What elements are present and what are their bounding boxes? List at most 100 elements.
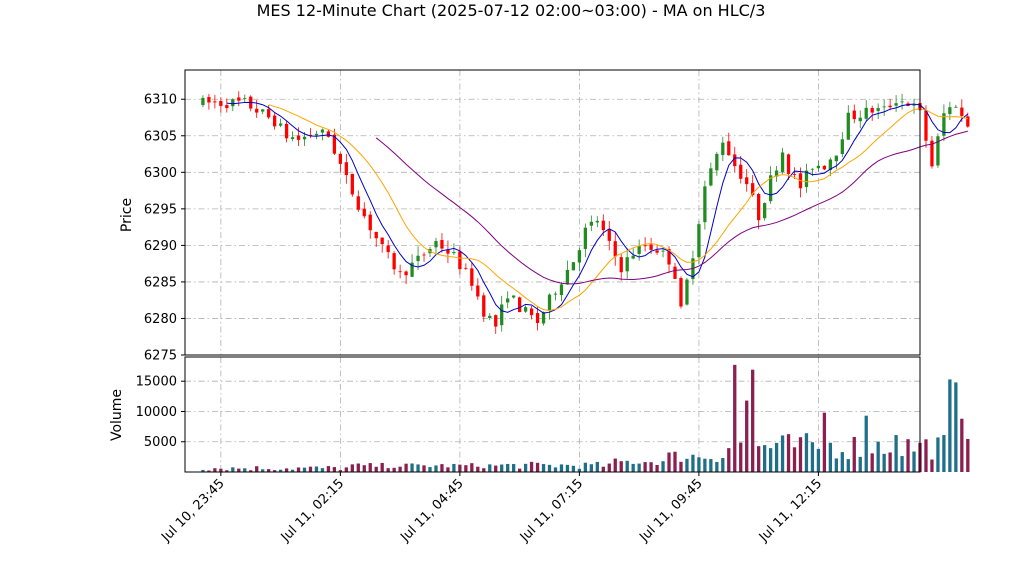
candle-body (350, 173, 354, 195)
candle-body (446, 249, 450, 254)
volume-bar (302, 467, 307, 472)
candle-body (852, 110, 856, 120)
volume-bar (213, 468, 217, 472)
volume-bar (745, 400, 749, 472)
volume-bar (314, 466, 319, 472)
volume-bar (320, 468, 325, 472)
volume-bar (326, 466, 331, 472)
candle-body (434, 241, 438, 248)
candle-body (643, 245, 647, 247)
volume-bar (780, 435, 785, 472)
x-tick-label: Jul 10, 23:45 (158, 476, 227, 545)
candle-body (290, 137, 295, 140)
candle-body (613, 241, 617, 257)
volume-bar (852, 436, 856, 472)
volume-bar (541, 464, 546, 472)
volume-bar (900, 456, 904, 472)
candle-body (870, 108, 874, 113)
candle-body (219, 100, 223, 106)
volume-bar (643, 462, 647, 472)
candle-body (858, 117, 862, 122)
volume-y-tick-label: 5000 (144, 435, 177, 450)
candle-body (296, 135, 301, 140)
price-y-tick-label: 6285 (144, 275, 177, 290)
candle-body (535, 313, 540, 324)
chart-title: MES 12-Minute Chart (2025-07-12 02:00~03… (257, 1, 766, 20)
candle-body (398, 271, 402, 273)
volume-bar (416, 464, 420, 472)
volume-bar (739, 442, 743, 472)
volume-bar (619, 461, 623, 472)
volume-bar (924, 439, 928, 472)
volume-bar (296, 467, 301, 472)
volume-bar (942, 435, 946, 472)
volume-y-tick-label: 10000 (136, 405, 177, 420)
candle-body (517, 297, 522, 313)
candle-body (506, 298, 510, 303)
candle-body (302, 136, 307, 140)
candle-body (255, 108, 259, 113)
candle-body (344, 162, 348, 176)
candle-body (757, 193, 761, 221)
volume-bar (452, 463, 456, 472)
candle-body (715, 153, 719, 171)
volume-bar (380, 462, 384, 472)
volume-bar (529, 461, 534, 472)
candle-body (482, 295, 486, 317)
candle-body (727, 141, 731, 156)
ma-line-30 (375, 130, 968, 285)
volume-bar (810, 442, 815, 472)
volume-bar (936, 437, 940, 472)
candle-body (685, 279, 689, 305)
candle-body (661, 250, 665, 252)
candle-body (422, 254, 426, 256)
volume-bar (709, 459, 713, 472)
candle-body (362, 208, 366, 217)
candle-body (762, 203, 767, 219)
candle-body (577, 250, 582, 263)
candle-body (529, 308, 534, 316)
volume-bar (434, 465, 438, 472)
candle-body (523, 307, 528, 312)
candle-body (703, 186, 707, 223)
volume-bar (882, 453, 886, 472)
candle-body (547, 294, 552, 311)
candle-body (284, 123, 289, 139)
volume-bar (523, 463, 528, 472)
volume-bar (553, 467, 558, 472)
volume-bar (231, 467, 235, 472)
candle-body (225, 105, 229, 109)
volume-bar (547, 464, 552, 472)
volume-bar (894, 435, 898, 472)
candle-body (589, 221, 593, 226)
volume-bar (464, 465, 468, 472)
candle-body (745, 177, 749, 185)
volume-bar (888, 452, 892, 472)
volume-bar (308, 466, 313, 472)
volume-bar (589, 464, 593, 472)
volume-bar (625, 460, 629, 472)
candle-body (709, 168, 713, 186)
volume-bar (912, 451, 916, 472)
volume-bar (404, 463, 408, 472)
volume-bar (870, 453, 874, 472)
volume-bar (243, 468, 247, 472)
candle-body (553, 293, 558, 295)
volume-bar (332, 467, 337, 472)
volume-bar (410, 463, 414, 472)
candle-body (595, 220, 599, 223)
candle-body (697, 224, 701, 258)
volume-y-axis: 5000 10000 15000 (136, 375, 185, 450)
volume-bar (661, 461, 665, 472)
volume-bar (966, 438, 970, 472)
candle-body (374, 231, 378, 239)
candle-body (470, 268, 474, 286)
candle-body (679, 278, 683, 307)
candle-body (386, 245, 390, 253)
candle-body (882, 106, 886, 108)
volume-bar (601, 466, 605, 472)
volume-bar (398, 466, 402, 472)
candle-body (261, 109, 265, 112)
candle-body (494, 315, 498, 327)
volume-bar (255, 466, 259, 472)
